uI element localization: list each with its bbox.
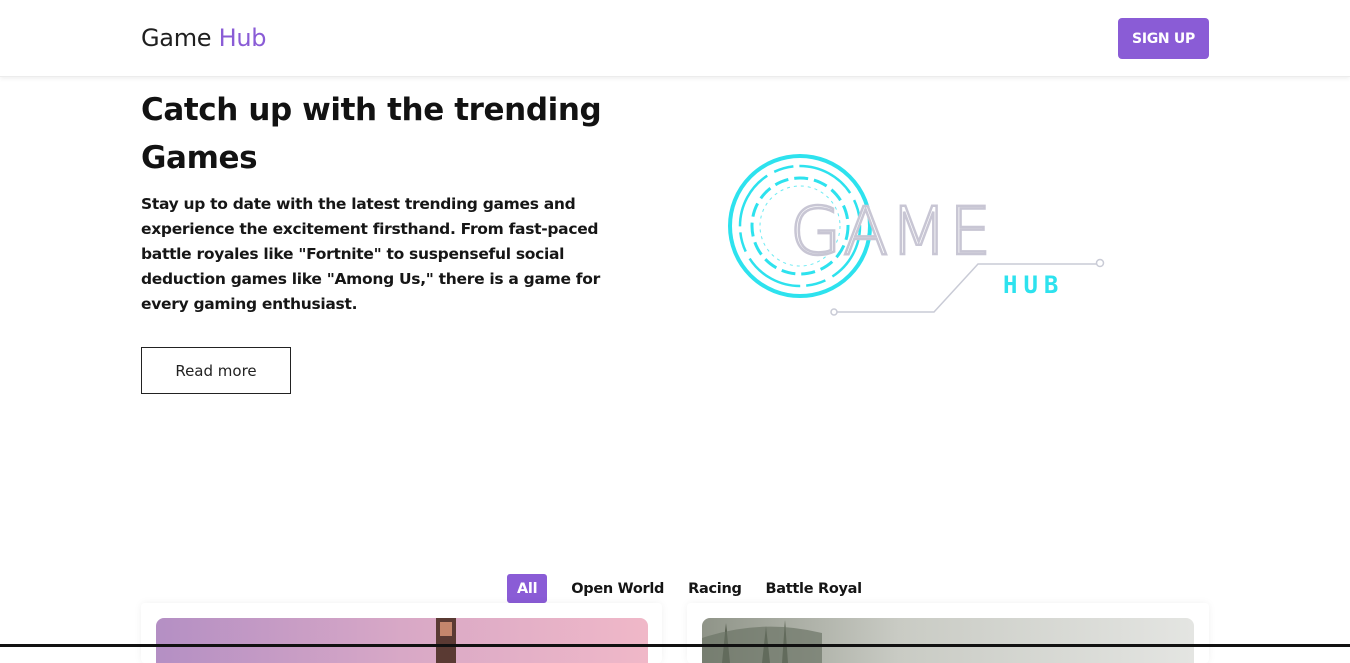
game-card-image [156,618,648,663]
logo-game-word: GAME [790,193,993,270]
filter-racing[interactable]: Racing [676,574,753,603]
game-card-image [702,618,1194,663]
signup-button[interactable]: SIGN UP [1118,18,1209,59]
filter-all[interactable]: All [507,574,548,603]
filter-battle-royal[interactable]: Battle Royal [754,574,874,603]
navbar: Game Hub SIGN UP [0,0,1350,77]
brand-accent: Hub [218,24,267,52]
hero-description: Stay up to date with the latest trending… [141,195,600,313]
logo-hub-word: HUB [1003,271,1064,299]
game-card[interactable] [687,603,1209,663]
game-card[interactable] [141,603,662,663]
game-hub-logo-illustration: GAME HUB [728,154,1105,316]
read-more-button[interactable]: Read more [141,347,291,394]
brand-main: Game [141,24,212,52]
filter-open-world[interactable]: Open World [559,574,676,603]
genre-filter-bar: All Open World Racing Battle Royal [507,574,874,603]
hero-title: Catch up with the trending Games [141,92,602,176]
brand-logo-text[interactable]: Game Hub [141,24,266,52]
